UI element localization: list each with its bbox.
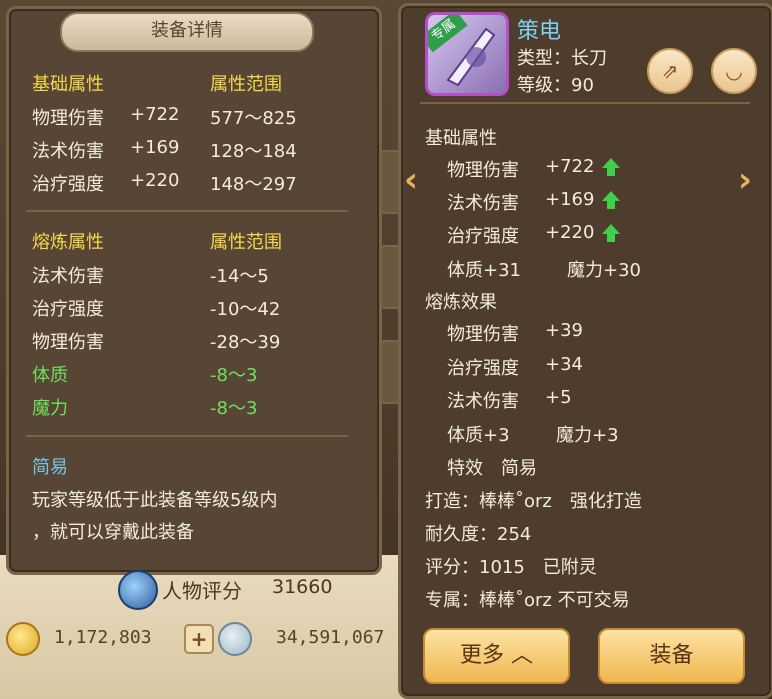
blade-icon [446,27,496,87]
refine-stat-range: -8～3 [210,365,258,386]
base-attr-header: 基础属性 [32,74,104,95]
item-bonus-stat: 体质+31 [447,260,521,281]
base-stat-range: 128～184 [210,141,297,162]
divider [420,102,750,104]
character-score-icon [118,570,158,610]
base-stat-range: 148～297 [210,174,297,195]
refine-stat-value: +34 [545,354,583,375]
special-effect-value[interactable]: 简易 [501,454,537,480]
item-stat-value: +220 [545,222,621,243]
share-icon: ⇗ [661,59,679,83]
refine-stat-name: 法术伤害 [32,266,104,287]
item-icon: 专属 [425,12,509,96]
item-name: 策电 [517,19,562,44]
refine-stat-value: +5 [545,387,572,408]
divider [26,210,348,212]
refine-stat-name: 物理伤害 [32,332,104,353]
item-type: 类型：长刀 [517,48,607,69]
increase-arrow-icon [602,224,621,242]
item-level: 等级：90 [517,75,594,96]
base-stat-range: 577～825 [210,108,297,129]
item-stat-value: +169 [545,189,621,210]
effect-title: 简易 [32,457,68,478]
silver-amount: 34,591,067 [276,627,385,648]
detail-panel-title: 装备详情 [60,12,314,52]
base-stat-name: 物理伤害 [32,108,104,129]
refine-bonus-stat: 体质+3 [447,425,510,446]
item-stat-name: 物理伤害 [447,160,519,181]
gold-amount: 1,172,803 [54,627,152,648]
base-stat-name: 治疗强度 [32,174,104,195]
equip-button[interactable]: 装备 [598,628,745,684]
refine-stat-range: -14～5 [210,266,269,287]
refine-range-header: 属性范围 [210,232,282,253]
refine-stat-value: +39 [545,320,583,341]
character-score-value: 31660 [272,576,333,598]
range-header: 属性范围 [210,74,282,95]
refine-stat-name: 治疗强度 [32,299,104,320]
refine-stat-name: 治疗强度 [447,358,519,379]
item-stat-name: 法术伤害 [447,193,519,214]
base-stat-value: +220 [130,170,180,191]
hide-button[interactable]: ◡ [711,48,757,94]
base-stat-value: +169 [130,137,180,158]
refine-bonus-stat: 魔力+3 [556,425,619,446]
eye-icon: ◡ [725,59,743,83]
silver-coin-icon [218,622,252,656]
refine-stat-name: 魔力 [32,398,68,419]
increase-arrow-icon [602,158,621,176]
special-effect-label: 特效 [447,458,483,479]
next-item-arrow[interactable]: › [738,160,752,200]
base-stat-value: +722 [130,104,180,125]
gold-coin-icon [6,622,40,656]
item-score-info: 评分：1015 已附灵 [425,557,597,578]
item-base-header: 基础属性 [425,128,497,149]
refine-stat-range: -28～39 [210,332,281,353]
refine-stat-name: 体质 [32,365,68,386]
prev-item-arrow[interactable]: ‹ [404,160,418,200]
refine-stat-range: -8～3 [210,398,258,419]
refine-stat-name: 法术伤害 [447,391,519,412]
share-button[interactable]: ⇗ [647,48,693,94]
durability-info: 耐久度：254 [425,524,532,545]
more-button[interactable]: 更多 ︿ [423,628,570,684]
item-stat-name: 治疗强度 [447,226,519,247]
character-score-label: 人物评分 [162,579,242,603]
increase-arrow-icon [602,191,621,209]
item-bonus-stat: 魔力+30 [567,260,641,281]
forge-info: 打造：棒棒˚orz 强化打造 [425,491,642,512]
add-gold-button[interactable]: + [184,624,214,654]
refine-stat-name: 物理伤害 [447,324,519,345]
base-stat-name: 法术伤害 [32,141,104,162]
effect-description: 玩家等级低于此装备等级5级内 [32,490,278,511]
exclusive-info: 专属：棒棒˚orz 不可交易 [425,590,630,611]
refine-stat-range: -10～42 [210,299,281,320]
effect-description: ，就可以穿戴此装备 [32,522,194,543]
divider [26,435,348,437]
refine-attr-header: 熔炼属性 [32,232,104,253]
item-stat-value: +722 [545,156,621,177]
item-refine-header: 熔炼效果 [425,292,497,313]
